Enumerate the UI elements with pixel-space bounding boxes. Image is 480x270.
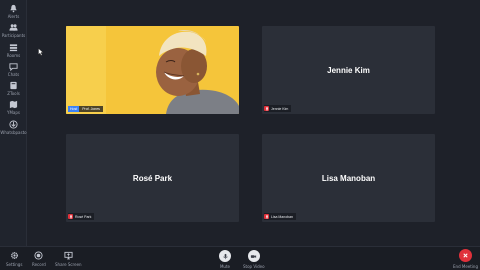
share-screen-button[interactable]: Share Screen bbox=[55, 250, 82, 267]
close-icon bbox=[459, 249, 472, 262]
sidebar-item-alerts[interactable]: Alerts bbox=[0, 4, 27, 19]
whiteboard-icon bbox=[9, 120, 18, 129]
host-badge: Host bbox=[68, 106, 80, 112]
participant-name: Jennie Kim bbox=[271, 106, 289, 111]
end-meeting-button[interactable]: End Meeting bbox=[453, 249, 478, 269]
settings-label: Settings bbox=[6, 262, 23, 267]
map-icon bbox=[9, 100, 18, 109]
participant-video bbox=[66, 26, 239, 114]
participant-display-name: Jennie Kim bbox=[327, 66, 370, 75]
sidebar-item-participants[interactable]: Participants bbox=[0, 23, 27, 38]
record-button[interactable]: Record bbox=[32, 250, 46, 267]
gear-icon bbox=[9, 250, 19, 260]
sidebar-item-label: ZTools bbox=[7, 91, 20, 96]
sidebar-item-label: Chats bbox=[7, 72, 20, 77]
mouse-cursor-icon bbox=[38, 48, 44, 56]
meeting-controls-bar: Settings Record Share Screen Mute Stop V… bbox=[0, 246, 480, 270]
share-screen-label: Share Screen bbox=[55, 262, 82, 267]
sidebar-item-ymaps[interactable]: YMaps bbox=[0, 100, 27, 115]
sidebar-item-whiteboard[interactable]: Whatsbpasto bbox=[0, 120, 27, 135]
sidebar-item-chats[interactable]: Chats bbox=[0, 62, 27, 77]
participant-name-tag: Lisa Manoban bbox=[264, 213, 296, 220]
sidebar-item-label: YMaps bbox=[7, 110, 20, 115]
sidebar-item-label: Alerts bbox=[7, 14, 20, 19]
stop-video-button[interactable]: Stop Video bbox=[243, 250, 265, 269]
participant-name-tag: Host Prof. Jones bbox=[68, 106, 103, 112]
rooms-icon bbox=[9, 44, 18, 52]
tools-icon bbox=[10, 81, 17, 90]
microphone-icon bbox=[219, 250, 231, 262]
mute-label: Mute bbox=[219, 264, 230, 269]
stop-video-label: Stop Video bbox=[243, 264, 265, 269]
participants-icon bbox=[9, 24, 18, 31]
sidebar-item-label: Whatsbpasto bbox=[0, 130, 27, 135]
mute-button[interactable]: Mute bbox=[219, 250, 231, 269]
end-meeting-label: End Meeting bbox=[453, 264, 478, 269]
video-tile-participant[interactable]: Lisa Manoban Lisa Manoban bbox=[262, 134, 435, 222]
settings-button[interactable]: Settings bbox=[6, 250, 22, 267]
video-tile-participant[interactable]: Rosé Park Rosé Park bbox=[66, 134, 239, 222]
record-label: Record bbox=[32, 262, 46, 267]
mic-muted-icon bbox=[264, 106, 269, 111]
video-tile-host[interactable]: Host Prof. Jones bbox=[66, 26, 239, 114]
participant-name: Lisa Manoban bbox=[271, 214, 293, 219]
participant-name-tag: Jennie Kim bbox=[264, 105, 292, 112]
mic-muted-icon bbox=[68, 214, 73, 219]
share-screen-icon bbox=[63, 250, 73, 260]
sidebar-item-rooms[interactable]: Rooms bbox=[0, 43, 27, 58]
sidebar-item-label: Rooms bbox=[6, 53, 21, 58]
participant-display-name: Lisa Manoban bbox=[321, 174, 376, 183]
bell-icon bbox=[10, 4, 17, 13]
left-sidebar: Alerts Participants Rooms Chats ZTools Y… bbox=[0, 0, 27, 246]
record-icon bbox=[34, 250, 44, 260]
participant-name: Rosé Park bbox=[75, 214, 92, 219]
mic-muted-icon bbox=[264, 214, 269, 219]
sidebar-item-ztools[interactable]: ZTools bbox=[0, 81, 27, 96]
participant-name: Prof. Jones bbox=[79, 106, 103, 112]
sidebar-item-label: Participants bbox=[1, 33, 26, 38]
video-camera-icon bbox=[247, 250, 260, 262]
chat-icon bbox=[9, 63, 18, 71]
participant-name-tag: Rosé Park bbox=[68, 213, 95, 220]
participant-display-name: Rosé Park bbox=[132, 174, 173, 183]
video-tile-participant[interactable]: Jennie Kim Jennie Kim bbox=[262, 26, 435, 114]
